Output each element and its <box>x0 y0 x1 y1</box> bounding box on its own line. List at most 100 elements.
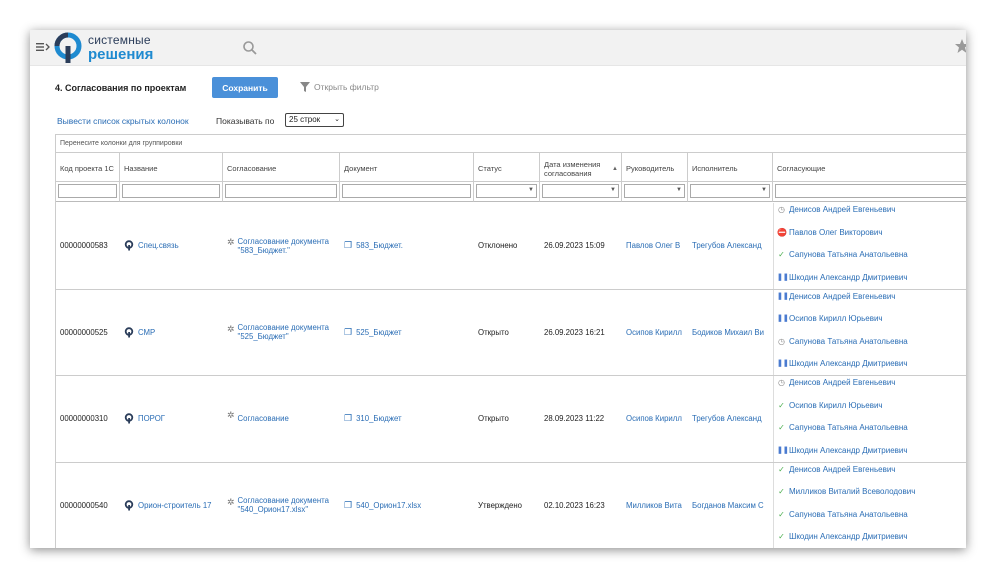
approver-item[interactable]: ❚❚ Шкодин Александр Дмитриевич <box>777 359 908 368</box>
approver-item[interactable]: ⛔ Павлов Олег Викторович <box>777 228 883 237</box>
filter-manager: ▼ <box>622 182 688 202</box>
approval-link[interactable]: Согласование документа "540_Орион17.xlsx… <box>238 496 338 514</box>
column-header-code[interactable]: Код проекта 1С <box>56 153 120 182</box>
filter-approval-input[interactable] <box>225 184 337 198</box>
cell-manager[interactable]: Милликов Вита <box>622 463 688 549</box>
column-header-name[interactable]: Название <box>120 153 223 182</box>
cell-executor[interactable]: Трегубов Александ <box>688 203 773 289</box>
check-icon: ✓ <box>778 532 785 541</box>
manager-link[interactable]: Осипов Кирилл <box>626 414 682 423</box>
column-header-document[interactable]: Документ <box>340 153 474 182</box>
filter-document-input[interactable] <box>342 184 471 198</box>
cell-approval[interactable]: ✲ Согласование <box>223 376 340 462</box>
column-header-approvers[interactable]: Согласующие <box>773 153 966 182</box>
hidden-columns-link[interactable]: Вывести список скрытых колонок <box>57 116 189 126</box>
gear-icon: ✲ <box>227 496 235 507</box>
menu-toggle-icon[interactable] <box>36 40 50 54</box>
filter-name-input[interactable] <box>122 184 220 198</box>
project-name-link[interactable]: СМР <box>138 328 218 337</box>
manager-link[interactable]: Осипов Кирилл <box>626 328 682 337</box>
approver-item[interactable]: ❚❚ Шкодин Александр Дмитриевич <box>777 273 908 282</box>
group-drop-zone[interactable]: Перенесите колонки для группировки <box>56 135 966 153</box>
cell-document[interactable]: ❐ 310_Бюджет <box>340 376 474 462</box>
table-row[interactable]: 00000000540 Орион-строитель 17 ✲ Согласо… <box>56 462 966 549</box>
cell-code: 00000000310 <box>60 414 108 424</box>
approver-item[interactable]: ❚❚ Осипов Кирилл Юрьевич <box>777 314 883 323</box>
column-header-status[interactable]: Статус <box>474 153 540 182</box>
app-window: системные решения 4. Согласования по про… <box>30 30 966 548</box>
approver-item[interactable]: ✓ Сапунова Татьяна Анатольевна <box>777 510 908 519</box>
document-link[interactable]: 583_Бюджет. <box>356 241 403 250</box>
brand-line-1: системные <box>88 33 151 47</box>
executor-link[interactable]: Трегубов Александ <box>692 414 762 423</box>
approver-item[interactable]: ✓ Сапунова Татьяна Анатольевна <box>777 250 908 259</box>
approval-link[interactable]: Согласование документа "583_Бюджет." <box>238 237 338 255</box>
approver-name: Денисов Андрей Евгеньевич <box>789 291 896 301</box>
manager-link[interactable]: Павлов Олег В <box>626 241 680 250</box>
save-button[interactable]: Сохранить <box>212 77 278 98</box>
approver-item[interactable]: ◷ Денисов Андрей Евгеньевич <box>777 205 895 214</box>
open-filter-button[interactable]: Открыть фильтр <box>300 82 379 92</box>
filter-approvers-input[interactable] <box>775 184 966 198</box>
approver-item[interactable]: ◷ Сапунова Татьяна Анатольевна <box>777 337 908 346</box>
star-icon[interactable] <box>954 38 966 54</box>
cell-date: 26.09.2023 15:09 <box>544 241 605 251</box>
page-size-select[interactable]: 25 строк ⌄ <box>285 113 344 127</box>
column-header-approval[interactable]: Согласование <box>223 153 340 182</box>
cell-manager[interactable]: Осипов Кирилл <box>622 376 688 462</box>
column-header-date[interactable]: Дата изменения согласования ▲ <box>540 153 622 182</box>
table-row[interactable]: 00000000310 ПОРОГ ✲ Согласование ❐ 310_Б… <box>56 376 966 463</box>
cell-name[interactable]: ПОРОГ <box>120 376 223 462</box>
filter-date-select[interactable]: ▼ <box>542 184 619 198</box>
cell-approval[interactable]: ✲ Согласование документа "540_Орион17.xl… <box>223 463 340 549</box>
cell-name[interactable]: Орион-строитель 17 <box>120 463 223 549</box>
document-link[interactable]: 525_Бюджет <box>356 328 402 337</box>
cell-manager[interactable]: Осипов Кирилл <box>622 290 688 376</box>
executor-link[interactable]: Богданов Максим С <box>692 501 764 510</box>
approver-name: Осипов Кирилл Юрьевич <box>789 314 883 323</box>
approver-item[interactable]: ✓ Осипов Кирилл Юрьевич <box>777 401 882 410</box>
column-divider <box>773 376 774 462</box>
cell-approval[interactable]: ✲ Согласование документа "583_Бюджет." <box>223 203 340 289</box>
approver-item[interactable]: ✓ Шкодин Александр Дмитриевич <box>777 532 907 541</box>
cell-approval[interactable]: ✲ Согласование документа "525_Бюджет" <box>223 290 340 376</box>
cell-name[interactable]: СМР <box>120 290 223 376</box>
executor-link[interactable]: Трегубов Александ <box>692 241 762 250</box>
filter-status-select[interactable]: ▼ <box>476 184 537 198</box>
cell-document[interactable]: ❐ 583_Бюджет. <box>340 203 474 289</box>
table-row[interactable]: 00000000525 СМР ✲ Согласование документа… <box>56 289 966 376</box>
search-icon[interactable] <box>242 40 258 56</box>
filter-code-input[interactable] <box>58 184 117 198</box>
approver-item[interactable]: ✓ Денисов Андрей Евгеньевич <box>777 465 895 474</box>
filter-manager-select[interactable]: ▼ <box>624 184 685 198</box>
table-row[interactable]: 00000000583 Спец.связь ✲ Согласование до… <box>56 203 966 290</box>
cell-document[interactable]: ❐ 525_Бюджет <box>340 290 474 376</box>
approver-item[interactable]: ❚❚ Шкодин Александр Дмитриевич <box>777 446 908 455</box>
filter-icon <box>300 82 310 92</box>
column-header-manager[interactable]: Руководитель <box>622 153 688 182</box>
cell-executor[interactable]: Богданов Максим С <box>688 463 773 549</box>
manager-link[interactable]: Милликов Вита <box>626 501 682 510</box>
approver-item[interactable]: ❚❚ Денисов Андрей Евгеньевич <box>777 292 895 301</box>
cell-status: Открыто <box>478 414 509 424</box>
sort-asc-icon[interactable]: ▲ <box>612 165 618 174</box>
executor-link[interactable]: Бодиков Михаил Ви <box>692 328 764 337</box>
project-name-link[interactable]: Спец.связь <box>138 241 218 250</box>
document-link[interactable]: 540_Орион17.xlsx <box>356 501 421 510</box>
project-name-link[interactable]: Орион-строитель 17 <box>138 501 218 510</box>
approver-item[interactable]: ◷ Денисов Андрей Евгеньевич <box>777 378 895 387</box>
cell-manager[interactable]: Павлов Олег В <box>622 203 688 289</box>
logo-icon[interactable] <box>52 32 84 64</box>
filter-executor-select[interactable]: ▼ <box>690 184 770 198</box>
document-link[interactable]: 310_Бюджет <box>356 414 402 423</box>
project-name-link[interactable]: ПОРОГ <box>138 414 218 423</box>
approver-item[interactable]: ✓ Милликов Виталий Всеволодович <box>777 487 915 496</box>
approval-link[interactable]: Согласование документа "525_Бюджет" <box>238 323 338 341</box>
approver-item[interactable]: ✓ Сапунова Татьяна Анатольевна <box>777 423 908 432</box>
column-header-executor[interactable]: Исполнитель <box>688 153 773 182</box>
cell-executor[interactable]: Трегубов Александ <box>688 376 773 462</box>
cell-name[interactable]: Спец.связь <box>120 203 223 289</box>
approval-link[interactable]: Согласование <box>238 414 338 423</box>
cell-executor[interactable]: Бодиков Михаил Ви <box>688 290 773 376</box>
cell-document[interactable]: ❐ 540_Орион17.xlsx <box>340 463 474 549</box>
